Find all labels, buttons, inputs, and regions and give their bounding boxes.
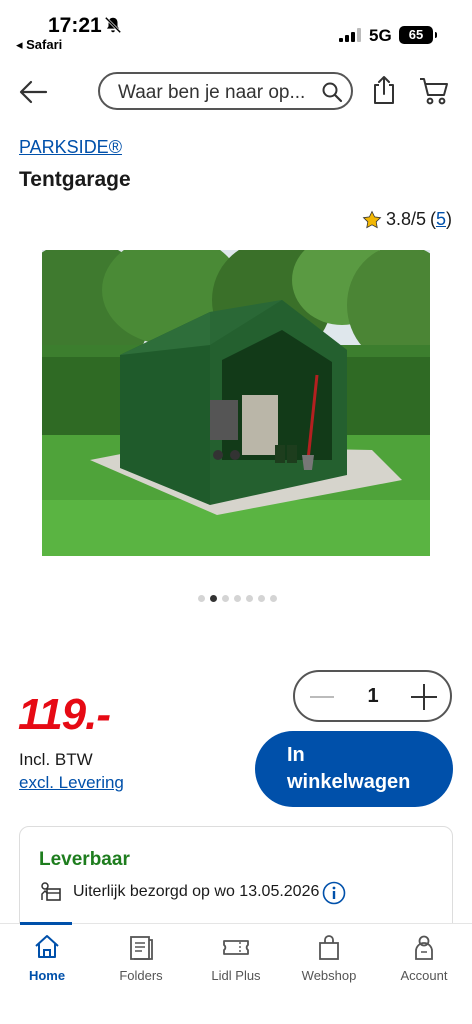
- product-image[interactable]: [42, 250, 430, 556]
- carousel-dot[interactable]: [234, 595, 241, 602]
- nav-account-label: Account: [400, 968, 448, 983]
- active-tab-indicator: [20, 922, 72, 925]
- nav-home-label: Home: [28, 968, 66, 983]
- brand-link[interactable]: PARKSIDE®: [19, 137, 122, 158]
- search-input[interactable]: Waar ben je naar op...: [98, 72, 353, 110]
- rating-count-link[interactable]: 5: [436, 209, 446, 229]
- nav-home[interactable]: Home: [7, 932, 87, 983]
- carousel-dot[interactable]: [270, 595, 277, 602]
- share-icon[interactable]: [370, 74, 398, 106]
- product-price: 119.-: [18, 690, 111, 739]
- delivery-box-icon: [41, 882, 61, 901]
- nav-folders-label: Folders: [119, 968, 163, 983]
- folders-icon: [130, 936, 153, 960]
- nav-lidl-plus[interactable]: Lidl Plus: [196, 932, 276, 983]
- add-to-cart-label-line1: In: [287, 744, 305, 766]
- star-icon: [362, 210, 382, 228]
- add-to-cart-button[interactable]: In winkelwagen: [255, 731, 453, 807]
- delivery-row: Uiterlijk bezorgd op wo 13.05.2026: [39, 880, 319, 904]
- account-icon: [415, 935, 433, 960]
- signal-icon: [339, 28, 361, 42]
- product-title: Tentgarage: [19, 168, 131, 191]
- carousel-dot[interactable]: [258, 595, 265, 602]
- bell-muted-icon: [104, 16, 122, 34]
- bottom-navigation: Home Folders Lidl Plus Webshop Account: [0, 922, 472, 1024]
- plus-icon[interactable]: [410, 683, 438, 711]
- minus-icon[interactable]: [309, 684, 335, 710]
- availability-status: Leverbaar: [39, 849, 130, 870]
- info-icon[interactable]: [322, 881, 346, 905]
- nav-lidl-plus-label: Lidl Plus: [211, 968, 261, 983]
- quantity-stepper: 1: [293, 670, 452, 722]
- back-arrow-icon[interactable]: [16, 74, 52, 110]
- status-time: 17:21: [48, 14, 102, 37]
- excl-delivery-link[interactable]: excl. Levering: [19, 773, 124, 793]
- carousel-dot[interactable]: [210, 595, 217, 602]
- product-rating: 3.8/5 (5): [362, 209, 452, 230]
- nav-account[interactable]: Account: [384, 932, 464, 983]
- back-to-safari[interactable]: ◂ Safari: [16, 37, 62, 53]
- search-placeholder: Waar ben je naar op...: [118, 82, 306, 103]
- top-bar: Waar ben je naar op...: [0, 64, 472, 120]
- delivery-date-text: Uiterlijk bezorgd op wo 13.05.2026: [73, 883, 320, 900]
- carousel-dot[interactable]: [222, 595, 229, 602]
- image-carousel-dots: [198, 595, 277, 602]
- status-bar: 17:21 ◂ Safari 5G 65: [0, 0, 472, 56]
- shopping-bag-icon: [319, 935, 339, 960]
- ticket-icon: [223, 940, 249, 955]
- search-icon[interactable]: [321, 81, 343, 103]
- nav-folders[interactable]: Folders: [101, 932, 181, 983]
- incl-tax-label: Incl. BTW: [19, 750, 93, 769]
- rating-count-wrapper[interactable]: (5): [430, 209, 452, 230]
- tent-garage-photo: [42, 250, 430, 556]
- carousel-dot[interactable]: [246, 595, 253, 602]
- battery-indicator: 65: [399, 26, 437, 44]
- nav-webshop[interactable]: Webshop: [289, 932, 369, 983]
- network-type: 5G: [369, 26, 392, 45]
- carousel-dot[interactable]: [198, 595, 205, 602]
- rating-value: 3.8/5: [385, 209, 426, 229]
- nav-webshop-label: Webshop: [301, 968, 357, 983]
- quantity-value[interactable]: 1: [363, 685, 383, 708]
- add-to-cart-label-line2: winkelwagen: [287, 771, 411, 793]
- shopping-cart-icon[interactable]: [418, 76, 450, 106]
- home-icon: [35, 935, 59, 958]
